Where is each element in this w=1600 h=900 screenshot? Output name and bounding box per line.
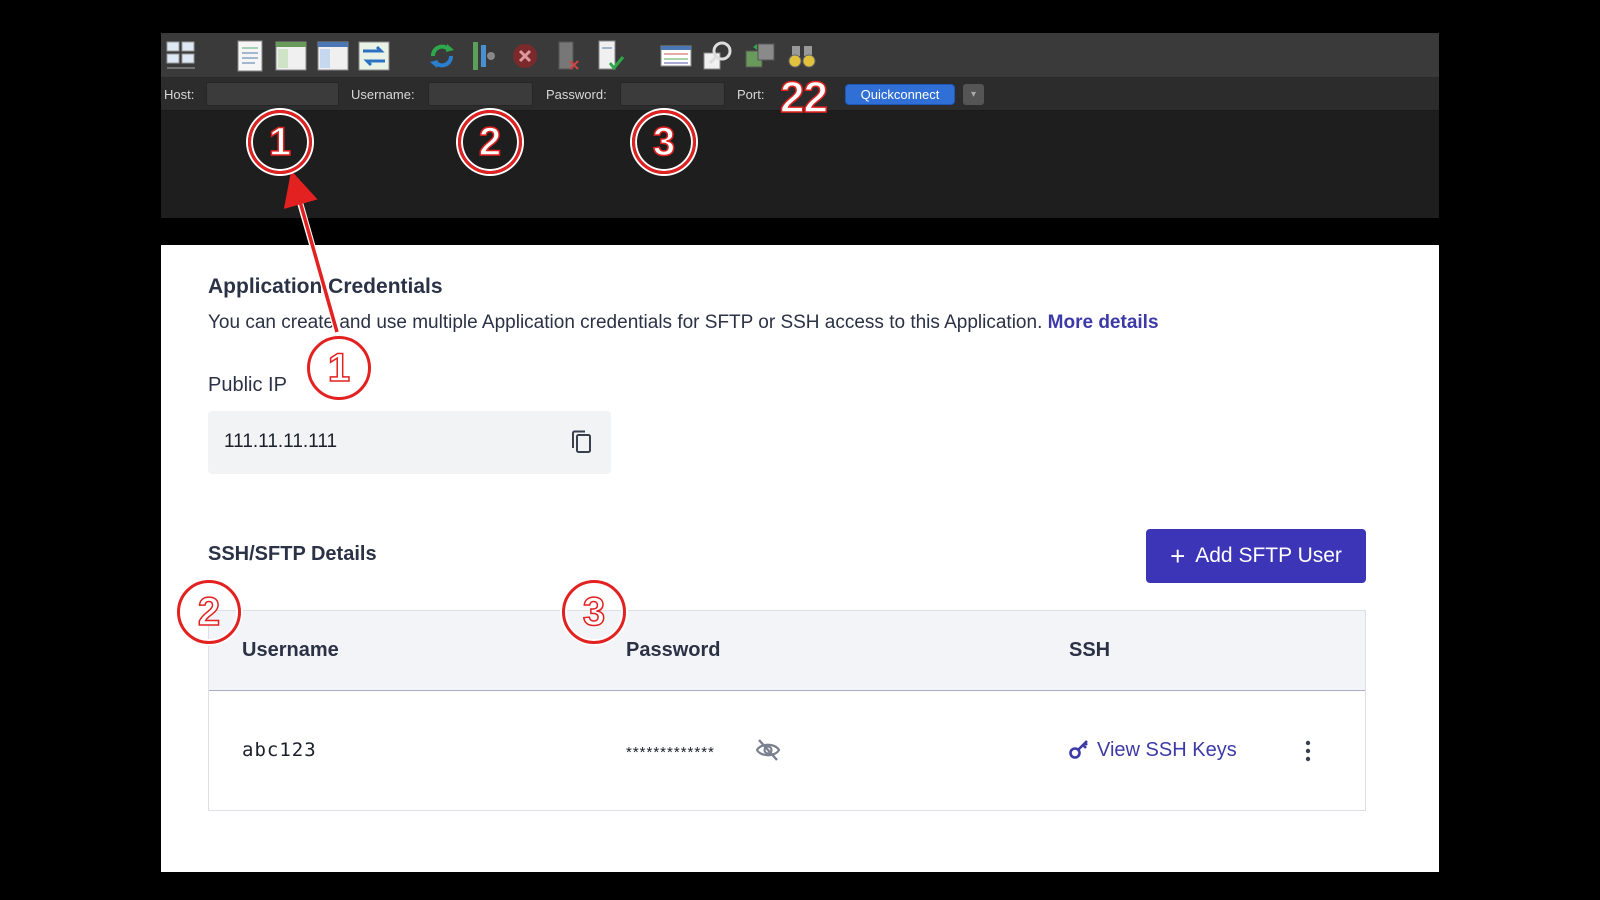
screenshot-stage: Host: Username: Password: Port: 22 Quick… xyxy=(0,0,1600,900)
annotation-marker-2-username: 2 xyxy=(458,110,522,174)
add-sftp-user-label: Add SFTP User xyxy=(1195,544,1342,567)
view-ssh-keys-link[interactable]: View SSH Keys xyxy=(1097,739,1237,762)
toggle-local-tree-icon[interactable] xyxy=(274,39,308,73)
annotation-marker-3-password-column: 3 xyxy=(562,580,626,644)
search-remote-files-icon[interactable] xyxy=(785,39,819,73)
annotation-marker-2-username-column: 2 xyxy=(177,580,241,644)
public-ip-field: 111.11.11.111 xyxy=(208,411,611,474)
username-input[interactable] xyxy=(428,82,533,106)
table-header: Username Password SSH xyxy=(209,611,1365,691)
row-password-masked: ************* xyxy=(626,744,715,761)
annotation-marker-1-host: 1 xyxy=(248,110,312,174)
site-manager-icon[interactable] xyxy=(164,39,198,73)
toolbar xyxy=(161,33,1439,78)
password-label: Password: xyxy=(546,87,607,102)
row-username: abc123 xyxy=(242,739,317,761)
annotation-marker-3-password: 3 xyxy=(632,110,696,174)
port-value[interactable]: 22 xyxy=(779,75,828,121)
quickconnect-bar: Host: Username: Password: Port: 22 Quick… xyxy=(161,75,1439,120)
column-header-password: Password xyxy=(626,639,721,661)
annotation-number: 1 xyxy=(327,346,351,390)
directory-comparison-icon[interactable] xyxy=(743,39,777,73)
filezilla-window: Host: Username: Password: Port: 22 Quick… xyxy=(161,33,1439,218)
annotation-number: 3 xyxy=(582,590,606,634)
section-description: You can create and use multiple Applicat… xyxy=(208,312,1159,334)
directory-listing-filters-icon[interactable] xyxy=(659,39,693,73)
quickconnect-button[interactable]: Quickconnect xyxy=(845,84,955,105)
plus-icon: + xyxy=(1170,541,1186,571)
annotation-number: 1 xyxy=(268,120,292,164)
public-ip-value: 111.11.11.111 xyxy=(224,431,338,452)
host-label: Host: xyxy=(164,87,195,102)
eye-off-icon[interactable] xyxy=(754,737,782,763)
annotation-number: 3 xyxy=(652,120,676,164)
column-header-ssh: SSH xyxy=(1069,639,1111,661)
refresh-icon[interactable] xyxy=(425,39,459,73)
toggle-remote-tree-icon[interactable] xyxy=(316,39,350,73)
reconnect-icon[interactable] xyxy=(592,39,626,73)
host-input[interactable] xyxy=(206,82,339,106)
username-label: Username: xyxy=(351,87,415,102)
annotation-number: 2 xyxy=(478,120,502,164)
cancel-icon[interactable] xyxy=(508,39,542,73)
annotation-marker-1-public-ip: 1 xyxy=(307,336,371,400)
key-icon xyxy=(1069,740,1088,759)
disconnect-icon[interactable] xyxy=(550,39,584,73)
quickconnect-history-dropdown[interactable]: ▾ xyxy=(963,84,984,105)
more-options-icon[interactable] xyxy=(1303,739,1313,763)
toggle-message-log-icon[interactable] xyxy=(233,39,267,73)
more-details-link[interactable]: More details xyxy=(1048,312,1159,333)
ssh-sftp-title: SSH/SFTP Details xyxy=(208,543,377,565)
password-input[interactable] xyxy=(620,82,725,106)
sftp-users-table: Username Password SSH abc123 ***********… xyxy=(208,610,1366,811)
copy-icon[interactable] xyxy=(569,429,593,455)
add-sftp-user-button[interactable]: + Add SFTP User xyxy=(1146,529,1366,583)
section-description-text: You can create and use multiple Applicat… xyxy=(208,312,1043,333)
synchronized-browsing-icon[interactable] xyxy=(701,39,735,73)
annotation-number: 2 xyxy=(197,590,221,634)
column-header-username: Username xyxy=(242,639,339,661)
toggle-transfer-queue-icon[interactable] xyxy=(357,39,391,73)
process-queue-icon[interactable] xyxy=(466,39,500,73)
public-ip-label: Public IP xyxy=(208,374,287,396)
section-title: Application Credentials xyxy=(208,275,443,298)
port-label: Port: xyxy=(737,87,765,102)
